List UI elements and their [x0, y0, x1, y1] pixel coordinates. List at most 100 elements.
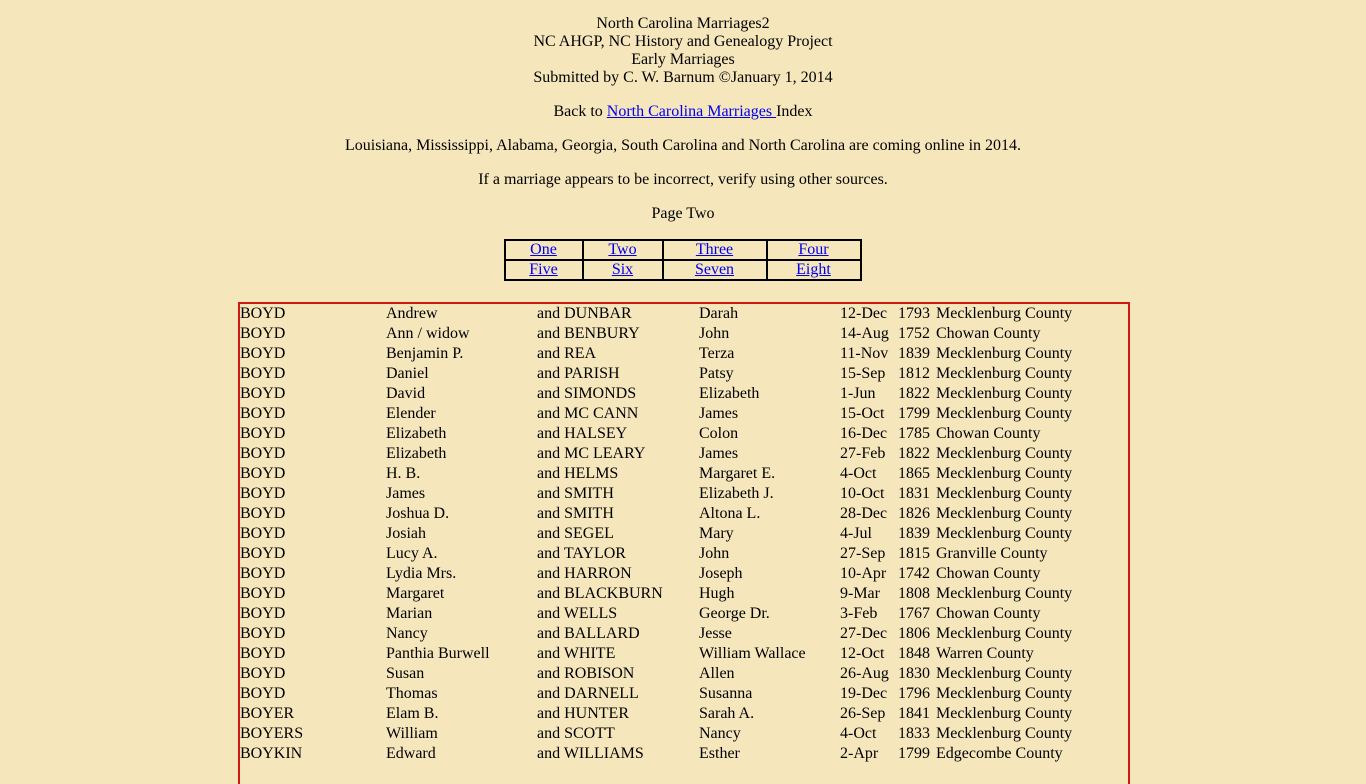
spouse-surname-cell: and WILLIAMS: [537, 745, 644, 762]
page-link-three[interactable]: Three: [696, 241, 733, 258]
year-cell: 1822: [898, 385, 930, 402]
date-cell: 15-Sep: [840, 365, 886, 382]
surname-cell: BOYD: [240, 645, 286, 662]
date-cell: 19-Dec: [840, 685, 888, 702]
page-link-two[interactable]: Two: [608, 241, 636, 258]
surname-cell: BOYD: [240, 385, 286, 402]
page-link-seven[interactable]: Seven: [695, 261, 734, 278]
page-nav-table: One Two Three Four Five Six Seven Eight: [503, 239, 862, 281]
spouse-name-cell: Jesse: [699, 625, 732, 642]
table-row: BOYD Josiah and SEGEL Mary 4-Jul 1839 Mecklenb…: [240, 524, 1128, 544]
spouse-surname-cell: and SMITH: [537, 505, 614, 522]
page-link-six[interactable]: Six: [612, 261, 633, 278]
first-name-cell: James: [386, 485, 426, 502]
spouse-name-cell: Joseph: [699, 565, 743, 582]
table-row: BOYER Elam B. and HUNTER Sarah A. 26-Sep 1841…: [240, 704, 1128, 724]
first-name-cell: Josiah: [386, 525, 426, 542]
surname-cell: BOYD: [240, 545, 286, 562]
table-row: BOYD Margaret and BLACKBURN Hugh 9-Mar 1808 Me…: [240, 584, 1128, 604]
county-cell: Mecklenburg County: [936, 505, 1073, 522]
year-cell: 1841: [898, 705, 930, 722]
spouse-surname-cell: and WELLS: [537, 605, 618, 622]
surname-cell: BOYD: [240, 425, 286, 442]
spouse-surname-cell: and HARRON: [537, 565, 632, 582]
first-name-cell: Andrew: [386, 305, 438, 322]
page-nav-wrapper: One Two Three Four Five Six Seven Eight: [0, 239, 1366, 281]
spouse-surname-cell: and SEGEL: [537, 525, 614, 542]
first-name-cell: Daniel: [386, 365, 429, 382]
spouse-name-cell: Terza: [699, 345, 735, 362]
table-row: BOYD Elender and MC CANN James 15-Oct 1799 Mec…: [240, 404, 1128, 424]
spouse-surname-cell: and MC LEARY: [537, 445, 646, 462]
first-name-cell: Ann / widow: [386, 325, 470, 342]
spouse-surname-cell: and WHITE: [537, 645, 616, 662]
county-cell: Mecklenburg County: [936, 725, 1073, 742]
table-row: BOYD Andrew and DUNBAR Darah 12-Dec 1793 Meckl…: [240, 304, 1128, 324]
year-cell: 1826: [898, 505, 930, 522]
county-cell: Mecklenburg County: [936, 625, 1073, 642]
spouse-name-cell: Patsy: [699, 365, 734, 382]
county-cell: Mecklenburg County: [936, 465, 1073, 482]
county-cell: Granville County: [936, 545, 1048, 562]
surname-cell: BOYKIN: [240, 745, 303, 762]
spouse-name-cell: Nancy: [699, 725, 741, 742]
spouse-surname-cell: and BENBURY: [537, 325, 640, 342]
first-name-cell: Elam B.: [386, 705, 439, 722]
nc-marriages-index-link[interactable]: North Carolina Marriages: [607, 103, 776, 120]
page-link-one[interactable]: One: [530, 241, 557, 258]
spouse-surname-cell: and BALLARD: [537, 625, 640, 642]
surname-cell: BOYERS: [240, 725, 304, 742]
surname-cell: BOYD: [240, 665, 286, 682]
spouse-name-cell: Sarah A.: [699, 705, 755, 722]
first-name-cell: Thomas: [386, 685, 438, 702]
spouse-name-cell: John: [699, 545, 730, 562]
year-cell: 1822: [898, 445, 930, 462]
year-cell: 1839: [898, 345, 930, 362]
table-row: BOYD Lucy A. and TAYLOR John 27-Sep 1815 Granv…: [240, 544, 1128, 564]
spouse-name-cell: Mary: [699, 525, 734, 542]
coming-online-notice: Louisiana, Mississippi, Alabama, Georgia…: [344, 137, 1022, 154]
table-row: BOYD Daniel and PARISH Patsy 15-Sep 1812 Meckl…: [240, 364, 1128, 384]
table-row: BOYERS William and SCOTT Nancy 4-Oct 1833 Meck…: [240, 724, 1128, 744]
date-cell: 15-Oct: [840, 405, 885, 422]
spouse-surname-cell: and REA: [537, 345, 597, 362]
surname-cell: BOYD: [240, 505, 286, 522]
date-cell: 4-Oct: [840, 725, 877, 742]
year-cell: 1806: [898, 625, 930, 642]
site-title: North Carolina Marriages2: [596, 15, 770, 32]
year-cell: 1808: [898, 585, 930, 602]
year-cell: 1831: [898, 485, 930, 502]
surname-cell: BOYD: [240, 325, 286, 342]
spouse-name-cell: William Wallace: [699, 645, 806, 662]
surname-cell: BOYD: [240, 345, 286, 362]
back-prefix: Back to: [553, 103, 607, 120]
spouse-name-cell: Esther: [699, 745, 740, 762]
table-row: BOYD Elizabeth and HALSEY Colon 16-Dec 1785 Ch…: [240, 424, 1128, 444]
spouse-name-cell: Elizabeth: [699, 385, 760, 402]
first-name-cell: Edward: [386, 745, 436, 762]
date-cell: 3-Feb: [840, 605, 878, 622]
table-row: BOYD David and SIMONDS Elizabeth 1-Jun 1822 Me…: [240, 384, 1128, 404]
page-nav-row: One Two Three Four: [503, 239, 862, 261]
table-row: BOYD Lydia Mrs. and HARRON Joseph 10-Apr 1742…: [240, 564, 1128, 584]
spouse-surname-cell: and SCOTT: [537, 725, 615, 742]
first-name-cell: Lydia Mrs.: [386, 565, 457, 582]
surname-cell: BOYD: [240, 625, 286, 642]
surname-cell: BOYD: [240, 605, 286, 622]
page-link-five[interactable]: Five: [529, 261, 557, 278]
date-cell: 28-Dec: [840, 505, 888, 522]
spouse-name-cell: Altona L.: [699, 505, 761, 522]
surname-cell: BOYD: [240, 565, 286, 582]
county-cell: Chowan County: [936, 565, 1041, 582]
table-row: BOYD Nancy and BALLARD Jesse 27-Dec 1806 Meckl…: [240, 624, 1128, 644]
project-name: NC AHGP, NC History and Genealogy Projec…: [533, 33, 833, 50]
spouse-surname-cell: and HALSEY: [537, 425, 628, 442]
year-cell: 1799: [898, 745, 930, 762]
page-link-eight[interactable]: Eight: [796, 261, 831, 278]
year-cell: 1815: [898, 545, 930, 562]
page-link-four[interactable]: Four: [798, 241, 828, 258]
date-cell: 16-Dec: [840, 425, 888, 442]
surname-cell: BOYD: [240, 445, 286, 462]
spouse-name-cell: Susanna: [699, 685, 753, 702]
spouse-surname-cell: and SIMONDS: [537, 385, 637, 402]
